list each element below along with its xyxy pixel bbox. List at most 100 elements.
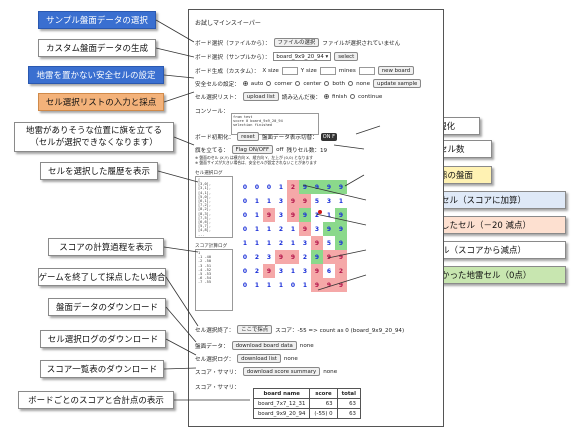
safe-radio-center[interactable] <box>295 81 301 86</box>
finish-score-button[interactable]: ここで採点 <box>237 325 273 334</box>
board-cell[interactable]: 1 <box>263 222 275 236</box>
upload-list-button[interactable]: upload list <box>242 92 279 101</box>
board-cell[interactable]: 1 <box>251 278 263 292</box>
board-cell[interactable]: 0 <box>239 208 251 222</box>
sample-board-select[interactable]: board_9x9_20_94 ▾ <box>273 52 332 61</box>
board-cell[interactable]: 1 <box>275 180 287 194</box>
board-cell[interactable]: 3 <box>275 208 287 222</box>
board-cell[interactable]: 9 <box>311 236 323 250</box>
board-cell[interactable]: 1 <box>335 194 347 208</box>
display-toggle[interactable]: ON F <box>320 132 337 141</box>
board-cell[interactable]: 9 <box>311 264 323 278</box>
safe-radio-none[interactable] <box>348 81 354 86</box>
board-cell[interactable]: 9 <box>263 208 275 222</box>
board-cell[interactable]: 6 <box>323 264 335 278</box>
board-cell[interactable]: 1 <box>287 222 299 236</box>
board-cell[interactable]: 9 <box>311 250 323 264</box>
board-cell[interactable]: 9 <box>299 208 311 222</box>
board-cell[interactable]: 3 <box>311 222 323 236</box>
board-cell[interactable]: 9 <box>299 222 311 236</box>
board-cell[interactable]: 5 <box>323 236 335 250</box>
board-cell[interactable]: 1 <box>299 278 311 292</box>
board-cell[interactable]: 0 <box>251 180 263 194</box>
download-list-button[interactable]: download list <box>237 354 281 363</box>
after-radio-finish[interactable] <box>323 94 329 99</box>
board-cell[interactable]: 2 <box>299 250 311 264</box>
after-radio-continue[interactable] <box>350 94 356 99</box>
y-size-input[interactable] <box>319 66 336 75</box>
summary-header-row: board name score total <box>252 388 361 399</box>
board-cell[interactable]: 0 <box>263 180 275 194</box>
safe-radio-auto[interactable] <box>242 81 248 86</box>
update-sample-button[interactable]: update sample <box>373 79 422 88</box>
board-cell[interactable]: 0 <box>239 250 251 264</box>
board-cell[interactable]: 9 <box>335 250 347 264</box>
board-cell[interactable]: 9 <box>263 264 275 278</box>
board-cell[interactable]: 1 <box>251 222 263 236</box>
score-log-box[interactable]: 1 -1 -40 -2 -50 -3 -51 -4 -52 -5 -53 -6 … <box>195 249 233 311</box>
board-cell[interactable]: 0 <box>239 278 251 292</box>
board-cell[interactable]: 9 <box>335 236 347 250</box>
board-cell[interactable]: 3 <box>323 194 335 208</box>
board-cell[interactable]: 9 <box>299 194 311 208</box>
board-cell[interactable]: 2 <box>335 264 347 278</box>
board-cell[interactable]: 3 <box>263 250 275 264</box>
board-cell[interactable]: 2 <box>275 236 287 250</box>
board-cell[interactable]: 3 <box>299 264 311 278</box>
board-cell[interactable]: 3 <box>275 194 287 208</box>
new-board-button[interactable]: new board <box>377 66 415 75</box>
board-cell[interactable]: 1 <box>263 278 275 292</box>
board-cell[interactable]: 9 <box>335 208 347 222</box>
board-cell[interactable]: 2 <box>275 222 287 236</box>
board-cell[interactable]: 9 <box>323 222 335 236</box>
board-cell[interactable]: 1 <box>251 236 263 250</box>
board-cell[interactable]: 5 <box>311 194 323 208</box>
file-select-button[interactable]: ファイルの選択 <box>273 38 320 47</box>
board-cell[interactable]: 9 <box>299 180 311 194</box>
board-cell[interactable]: 1 <box>275 278 287 292</box>
download-score-summary-button[interactable]: download score summary <box>242 367 321 376</box>
reset-button[interactable]: reset <box>237 132 259 141</box>
board-cell[interactable]: 3 <box>275 264 287 278</box>
safe-radio-corner[interactable] <box>266 81 272 86</box>
board-cell[interactable]: 9 <box>335 180 347 194</box>
x-size-input[interactable] <box>281 66 298 75</box>
board-cell[interactable]: 9 <box>287 208 299 222</box>
board-cell[interactable]: 1 <box>323 208 335 222</box>
board-cell[interactable]: 0 <box>239 180 251 194</box>
board-cell[interactable]: 2 <box>251 250 263 264</box>
board-cell[interactable]: 9 <box>311 278 323 292</box>
board-cell[interactable]: 0 <box>239 264 251 278</box>
game-board[interactable]: 0001299990113995310193992190112193991112… <box>239 180 347 292</box>
board-cell[interactable]: 0 <box>239 222 251 236</box>
cell-log-dl-row: セル選択ログ： download list none <box>195 354 298 363</box>
flag-toggle-button[interactable]: Flag ON/OFF <box>231 145 274 154</box>
board-cell[interactable]: 2 <box>251 264 263 278</box>
board-cell[interactable]: 1 <box>287 236 299 250</box>
board-cell[interactable]: 9 <box>311 180 323 194</box>
board-cell[interactable]: 9 <box>323 180 335 194</box>
board-cell[interactable]: 9 <box>335 278 347 292</box>
board-cell[interactable]: 1 <box>251 208 263 222</box>
board-cell[interactable]: 2 <box>287 180 299 194</box>
board-cell[interactable]: 3 <box>299 236 311 250</box>
board-cell[interactable]: 9 <box>323 278 335 292</box>
board-cell[interactable]: 1 <box>239 236 251 250</box>
board-cell[interactable]: 0 <box>239 194 251 208</box>
board-cell[interactable]: 9 <box>335 222 347 236</box>
safe-radio-both[interactable] <box>324 81 330 86</box>
board-cell[interactable]: 9 <box>287 250 299 264</box>
board-cell[interactable]: 9 <box>323 250 335 264</box>
board-cell[interactable]: 1 <box>263 236 275 250</box>
board-cell[interactable]: 1 <box>251 194 263 208</box>
board-cell[interactable]: 1 <box>287 264 299 278</box>
board-cell[interactable]: 9 <box>275 250 287 264</box>
sample-select-button[interactable]: select <box>334 52 359 61</box>
finish-label: セル選択終了： <box>195 327 235 334</box>
mines-input[interactable] <box>358 66 375 75</box>
board-cell[interactable]: 1 <box>263 194 275 208</box>
download-board-button[interactable]: download board data <box>231 341 297 350</box>
cell-log-box[interactable]: [ [3,0], [3,1], [4,1], [5,0], [6,1], [7,… <box>195 176 233 238</box>
board-cell[interactable]: 9 <box>287 194 299 208</box>
board-cell[interactable]: 0 <box>287 278 299 292</box>
